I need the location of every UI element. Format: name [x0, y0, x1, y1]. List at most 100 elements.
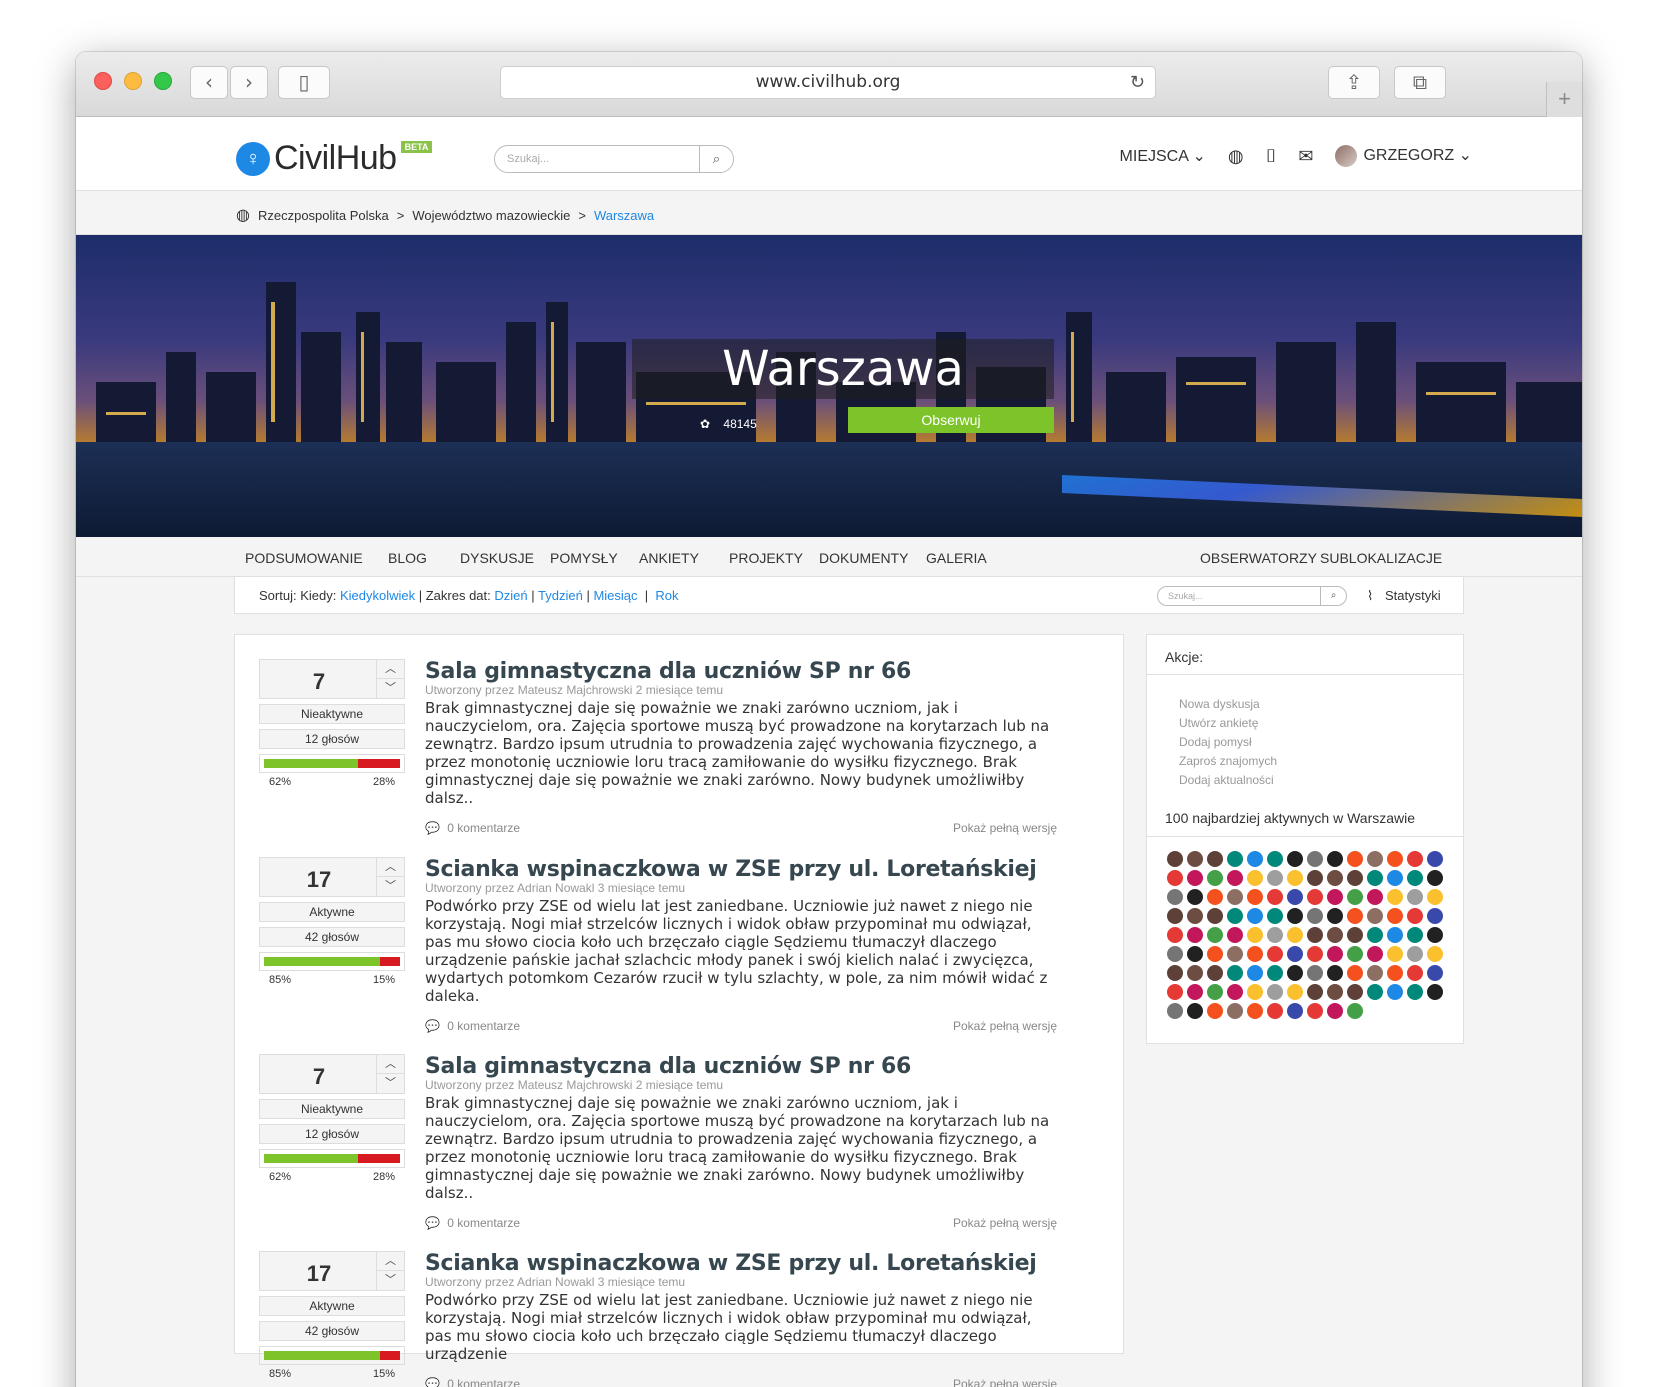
user-avatar[interactable] — [1427, 908, 1443, 924]
chevron-down-icon[interactable]: ﹀ — [377, 1074, 404, 1093]
user-avatar[interactable] — [1287, 889, 1303, 905]
user-avatar[interactable] — [1187, 851, 1203, 867]
user-avatar[interactable] — [1407, 965, 1423, 981]
tab-sublocations[interactable]: SUBLOKALIZACJE — [1320, 550, 1442, 566]
user-avatar[interactable] — [1267, 870, 1283, 886]
sort-day-link[interactable]: Dzień — [494, 588, 527, 603]
user-avatar[interactable] — [1287, 851, 1303, 867]
user-avatar[interactable] — [1427, 870, 1443, 886]
user-avatar[interactable] — [1287, 946, 1303, 962]
user-avatar[interactable] — [1307, 965, 1323, 981]
show-full-link[interactable]: Pokaż pełną wersję — [953, 821, 1057, 835]
user-avatar[interactable] — [1407, 946, 1423, 962]
tab-gallery[interactable]: GALERIA — [926, 550, 987, 566]
user-avatar[interactable] — [1267, 889, 1283, 905]
user-avatar[interactable] — [1427, 889, 1443, 905]
user-avatar[interactable] — [1387, 946, 1403, 962]
user-avatar[interactable] — [1307, 908, 1323, 924]
chevron-up-icon[interactable]: ︿ — [377, 858, 404, 877]
user-avatar[interactable] — [1427, 965, 1443, 981]
user-avatar[interactable] — [1427, 851, 1443, 867]
user-avatar[interactable] — [1407, 908, 1423, 924]
chevron-up-icon[interactable]: ︿ — [377, 1252, 404, 1271]
user-avatar[interactable] — [1407, 851, 1423, 867]
user-avatar[interactable] — [1227, 984, 1243, 1000]
user-avatar[interactable] — [1187, 908, 1203, 924]
sort-week-link[interactable]: Tydzień — [538, 588, 583, 603]
user-avatar[interactable] — [1347, 927, 1363, 943]
user-avatar[interactable] — [1287, 908, 1303, 924]
user-avatar[interactable] — [1187, 889, 1203, 905]
user-avatar[interactable] — [1327, 851, 1343, 867]
user-avatar[interactable] — [1247, 1003, 1263, 1019]
user-avatar[interactable] — [1207, 984, 1223, 1000]
share-icon[interactable]: ⇪ — [1328, 66, 1380, 99]
header-search-input[interactable]: Szukaj... ⌕ — [494, 145, 734, 173]
user-avatar[interactable] — [1167, 851, 1183, 867]
tab-discussions[interactable]: DYSKUSJE — [460, 550, 534, 566]
action-add-idea[interactable]: Dodaj pomysł — [1179, 733, 1431, 752]
user-avatar[interactable] — [1327, 965, 1343, 981]
address-bar[interactable]: www.civilhub.org ↻ — [500, 66, 1156, 99]
user-avatar[interactable] — [1267, 946, 1283, 962]
user-avatar[interactable] — [1347, 946, 1363, 962]
user-avatar[interactable] — [1307, 1003, 1323, 1019]
user-avatar[interactable] — [1247, 984, 1263, 1000]
user-avatar[interactable] — [1387, 889, 1403, 905]
tab-polls[interactable]: ANKIETY — [639, 550, 699, 566]
action-create-poll[interactable]: Utwórz ankietę — [1179, 714, 1431, 733]
idea-title[interactable]: Scianka wspinaczkowa w ZSE przy ul. Lore… — [425, 857, 1057, 883]
comments-link[interactable]: 💬 0 komentarze — [425, 1019, 520, 1033]
user-avatar[interactable] — [1427, 946, 1443, 962]
tab-projects[interactable]: PROJEKTY — [729, 550, 803, 566]
user-avatar[interactable] — [1247, 927, 1263, 943]
new-tab-icon[interactable]: + — [1546, 82, 1582, 117]
user-avatar[interactable] — [1367, 965, 1383, 981]
user-avatar[interactable] — [1387, 927, 1403, 943]
sort-month-link[interactable]: Miesiąc — [593, 588, 637, 603]
user-avatar[interactable] — [1347, 870, 1363, 886]
user-avatar[interactable] — [1367, 984, 1383, 1000]
user-avatar[interactable] — [1227, 927, 1243, 943]
places-menu[interactable]: MIEJSCA ⌄ — [1120, 146, 1206, 166]
user-avatar[interactable] — [1247, 965, 1263, 981]
chevron-down-icon[interactable]: ﹀ — [377, 679, 404, 698]
user-avatar[interactable] — [1367, 927, 1383, 943]
user-menu[interactable]: GRZEGORZ ⌄ — [1335, 145, 1472, 167]
tab-blog[interactable]: BLOG — [388, 550, 427, 566]
user-avatar[interactable] — [1267, 927, 1283, 943]
user-avatar[interactable] — [1207, 965, 1223, 981]
user-avatar[interactable] — [1347, 984, 1363, 1000]
user-avatar[interactable] — [1167, 946, 1183, 962]
search-icon[interactable]: ⌕ — [1320, 587, 1346, 605]
user-avatar[interactable] — [1287, 965, 1303, 981]
user-avatar[interactable] — [1227, 1003, 1243, 1019]
user-avatar[interactable] — [1347, 1003, 1363, 1019]
user-avatar[interactable] — [1207, 946, 1223, 962]
mail-icon[interactable]: ✉ — [1298, 146, 1313, 167]
show-full-link[interactable]: Pokaż pełną wersję — [953, 1019, 1057, 1033]
idea-title[interactable]: Scianka wspinaczkowa w ZSE przy ul. Lore… — [425, 1251, 1057, 1277]
user-avatar[interactable] — [1387, 870, 1403, 886]
user-avatar[interactable] — [1167, 984, 1183, 1000]
user-avatar[interactable] — [1347, 889, 1363, 905]
user-avatar[interactable] — [1187, 870, 1203, 886]
user-avatar[interactable] — [1307, 946, 1323, 962]
action-invite-friends[interactable]: Zaproś znajomych — [1179, 752, 1431, 771]
user-avatar[interactable] — [1387, 965, 1403, 981]
user-avatar[interactable] — [1387, 984, 1403, 1000]
user-avatar[interactable] — [1167, 889, 1183, 905]
user-avatar[interactable] — [1307, 927, 1323, 943]
user-avatar[interactable] — [1307, 889, 1323, 905]
close-window-button[interactable] — [94, 72, 112, 90]
user-avatar[interactable] — [1427, 927, 1443, 943]
user-avatar[interactable] — [1227, 851, 1243, 867]
breadcrumb-city[interactable]: Warszawa — [594, 208, 654, 223]
user-avatar[interactable] — [1207, 908, 1223, 924]
user-avatar[interactable] — [1347, 908, 1363, 924]
search-icon[interactable]: ⌕ — [699, 146, 733, 172]
user-avatar[interactable] — [1367, 870, 1383, 886]
user-avatar[interactable] — [1267, 984, 1283, 1000]
user-avatar[interactable] — [1167, 1003, 1183, 1019]
tab-documents[interactable]: DOKUMENTY — [819, 550, 908, 566]
